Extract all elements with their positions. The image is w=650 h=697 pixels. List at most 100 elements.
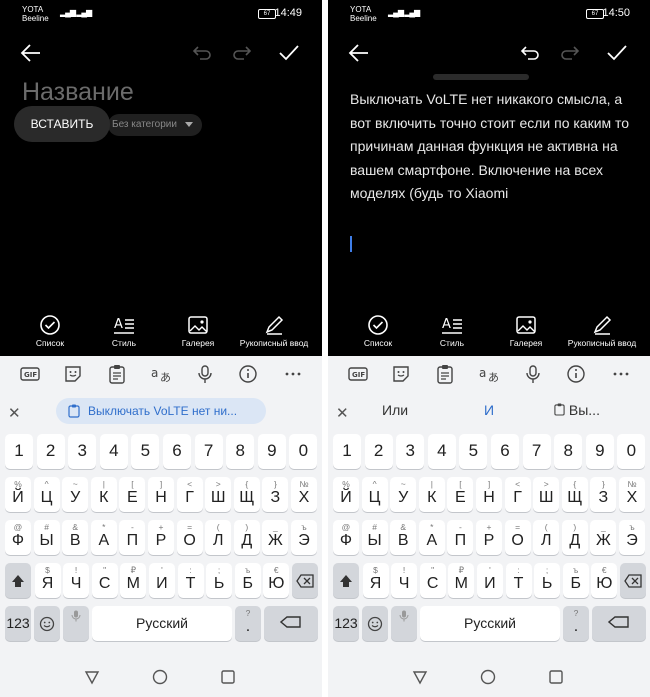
key-Л[interactable]: (Л (205, 520, 232, 555)
gif-icon[interactable]: GIF (20, 364, 40, 384)
sticker-icon[interactable] (391, 364, 411, 384)
key-О[interactable]: = О (176, 520, 203, 555)
key-1[interactable]: 1 (333, 434, 361, 469)
key-Ф[interactable]: @ Ф (333, 520, 359, 555)
more-icon[interactable] (283, 364, 303, 384)
backspace-key[interactable] (292, 563, 318, 598)
key-Х[interactable]: № Х (619, 477, 645, 512)
key-З[interactable]: } З (590, 477, 617, 512)
key-М[interactable]: ₽ М (120, 563, 147, 598)
close-icon[interactable]: ✕ (8, 404, 21, 422)
key-Л[interactable]: (Л (533, 520, 560, 555)
more-icon[interactable] (611, 364, 631, 384)
key-Я[interactable]: $ Я (362, 563, 389, 598)
shift-key[interactable] (5, 563, 31, 598)
key-Ь[interactable]: ; Ь (206, 563, 233, 598)
key-8[interactable]: 8 (226, 434, 255, 469)
sticker-icon[interactable] (63, 364, 83, 384)
tool-style[interactable]: A Стиль (412, 310, 492, 348)
key-П[interactable]: -П (447, 520, 474, 555)
title-placeholder[interactable]: Название (22, 78, 134, 107)
space-key[interactable]: Русский (92, 606, 232, 641)
tool-list[interactable]: Список (338, 310, 418, 348)
key-4[interactable]: 4 (427, 434, 456, 469)
comma-mic-key[interactable]: , (63, 606, 89, 641)
key-Ч[interactable]: ! Ч (391, 563, 418, 598)
back-arrow-icon[interactable] (348, 42, 370, 64)
key-Н[interactable]: ] Н (476, 477, 502, 512)
info-icon[interactable] (566, 364, 586, 384)
key-Ф[interactable]: @ Ф (5, 520, 31, 555)
key-7[interactable]: 7 (194, 434, 223, 469)
key-Ь[interactable]: ; Ь (534, 563, 561, 598)
translate-icon[interactable]: aあ (150, 364, 172, 384)
checkmark-icon[interactable] (278, 43, 300, 63)
key-0[interactable]: 0 (617, 434, 646, 469)
enter-key[interactable] (264, 606, 318, 641)
key-Т[interactable]: :Т (177, 563, 204, 598)
key-Р[interactable]: + Р (148, 520, 174, 555)
key-3[interactable]: 3 (396, 434, 425, 469)
key-О[interactable]: = О (504, 520, 531, 555)
key-В[interactable]: & В (390, 520, 417, 555)
undo-icon[interactable] (520, 44, 540, 62)
key-Ю[interactable]: € Ю (263, 563, 290, 598)
recents-square-icon[interactable] (548, 669, 564, 685)
key-Г[interactable]: < Г (176, 477, 203, 512)
key-9[interactable]: 9 (585, 434, 614, 469)
key-У[interactable]: ~ У (390, 477, 417, 512)
key-5[interactable]: 5 (131, 434, 160, 469)
tool-style[interactable]: A Стиль (84, 310, 164, 348)
key-6[interactable]: 6 (163, 434, 191, 469)
microphone-icon[interactable] (523, 364, 543, 384)
period-key[interactable]: ?. (235, 606, 261, 641)
key-Ж[interactable]: _ Ж (262, 520, 289, 555)
tool-list[interactable]: Список (10, 310, 90, 348)
emoji-key[interactable] (34, 606, 60, 641)
home-circle-icon[interactable] (480, 669, 496, 685)
key-Б[interactable]: ъБ (234, 563, 261, 598)
key-Д[interactable]: ) Д (561, 520, 588, 555)
key-Ш[interactable]: > Ш (205, 477, 232, 512)
note-body-text[interactable]: Выключать VoLTE нет никакого смысла, а в… (350, 88, 632, 206)
back-triangle-icon[interactable] (84, 669, 100, 685)
key-Р[interactable]: + Р (476, 520, 502, 555)
key-Х[interactable]: № Х (291, 477, 317, 512)
key-7[interactable]: 7 (522, 434, 551, 469)
key-Э[interactable]: ъЭ (291, 520, 317, 555)
enter-key[interactable] (592, 606, 646, 641)
clipboard-icon[interactable] (435, 364, 455, 384)
key-В[interactable]: & В (62, 520, 89, 555)
key-Щ[interactable]: {Щ (233, 477, 260, 512)
tool-gallery[interactable]: Галерея (486, 310, 566, 348)
key-Ч[interactable]: ! Ч (63, 563, 90, 598)
key-Ш[interactable]: > Ш (533, 477, 560, 512)
key-Н[interactable]: ] Н (148, 477, 174, 512)
key-Ы[interactable]: # Ы (361, 520, 388, 555)
emoji-key[interactable] (362, 606, 388, 641)
key-3[interactable]: 3 (68, 434, 97, 469)
key-Щ[interactable]: {Щ (561, 477, 588, 512)
key-И[interactable]: ' И (148, 563, 175, 598)
gif-icon[interactable]: GIF (348, 364, 368, 384)
key-Т[interactable]: :Т (505, 563, 532, 598)
key-4[interactable]: 4 (99, 434, 128, 469)
redo-icon[interactable] (560, 44, 580, 62)
suggestion-2[interactable]: И (484, 402, 494, 418)
key-П[interactable]: -П (119, 520, 146, 555)
key-Б[interactable]: ъБ (562, 563, 589, 598)
tool-handwriting[interactable]: Рукописный ввод (232, 310, 316, 348)
back-arrow-icon[interactable] (20, 42, 42, 64)
space-key[interactable]: Русский (420, 606, 560, 641)
back-triangle-icon[interactable] (412, 669, 428, 685)
key-0[interactable]: 0 (289, 434, 318, 469)
key-К[interactable]: | К (90, 477, 117, 512)
comma-mic-key[interactable]: , (391, 606, 417, 641)
key-З[interactable]: } З (262, 477, 289, 512)
checkmark-icon[interactable] (606, 43, 628, 63)
key-Г[interactable]: < Г (504, 477, 531, 512)
suggestion-1[interactable]: Или (382, 402, 408, 418)
shift-key[interactable] (333, 563, 359, 598)
microphone-icon[interactable] (195, 364, 215, 384)
info-icon[interactable] (238, 364, 258, 384)
